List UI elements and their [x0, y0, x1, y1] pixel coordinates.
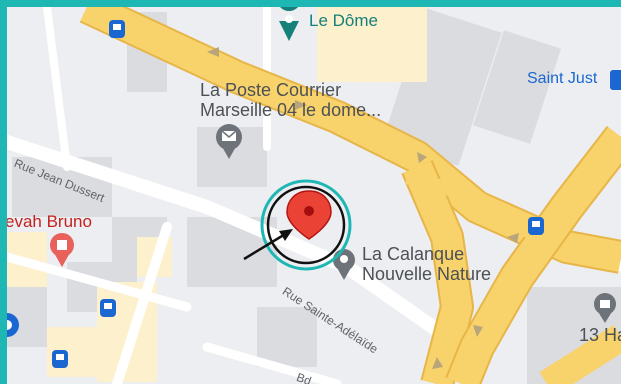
medical-pin-icon [50, 233, 74, 267]
location-pin-icon[interactable] [286, 190, 332, 240]
place-label-calanque-line2[interactable]: Nouvelle Nature [362, 264, 491, 285]
place-label-calanque-line1[interactable]: La Calanque [362, 244, 464, 265]
place-label-bruno[interactable]: evah Bruno [7, 212, 92, 232]
metro-stop-icon [610, 70, 621, 90]
screenshot-frame: Le Dôme La Poste Courrier Marseille 04 l… [0, 0, 621, 384]
le-dome-pin-icon [279, 7, 299, 41]
place-label-le-dome[interactable]: Le Dôme [309, 11, 378, 31]
map-view[interactable]: Le Dôme La Poste Courrier Marseille 04 l… [7, 7, 621, 384]
place-label-la-poste-line1[interactable]: La Poste Courrier [200, 80, 341, 101]
place-label-la-poste-line2[interactable]: Marseille 04 le dome... [200, 100, 381, 121]
place-label-saint-just[interactable]: Saint Just [527, 70, 597, 88]
place-label-thirteen[interactable]: 13 Ha [579, 325, 621, 346]
